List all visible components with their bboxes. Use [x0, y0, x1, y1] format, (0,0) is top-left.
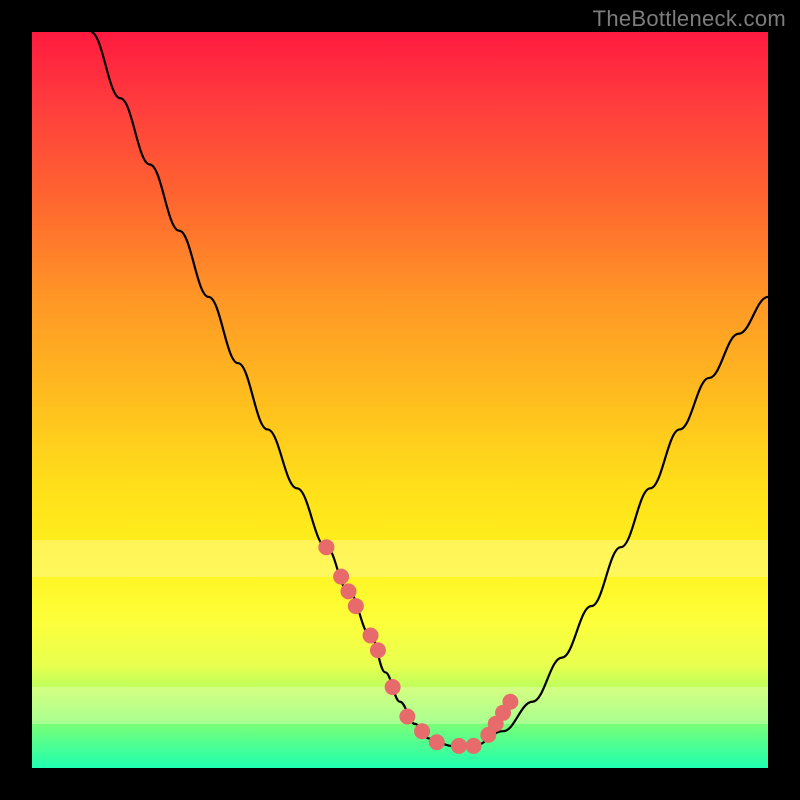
marker-dot: [363, 628, 379, 644]
marker-dot: [414, 723, 430, 739]
curve-line: [91, 32, 768, 746]
chart-svg: [32, 32, 768, 768]
marker-dot: [348, 598, 364, 614]
marker-dot: [399, 708, 415, 724]
marker-dot: [340, 583, 356, 599]
watermark-text: TheBottleneck.com: [593, 6, 786, 32]
marker-group: [318, 539, 518, 754]
marker-dot: [429, 734, 445, 750]
marker-dot: [385, 679, 401, 695]
plot-area: [32, 32, 768, 768]
marker-dot: [466, 738, 482, 754]
chart-frame: TheBottleneck.com: [0, 0, 800, 800]
marker-dot: [370, 642, 386, 658]
marker-dot: [451, 738, 467, 754]
marker-dot: [333, 569, 349, 585]
marker-dot: [502, 694, 518, 710]
marker-dot: [318, 539, 334, 555]
